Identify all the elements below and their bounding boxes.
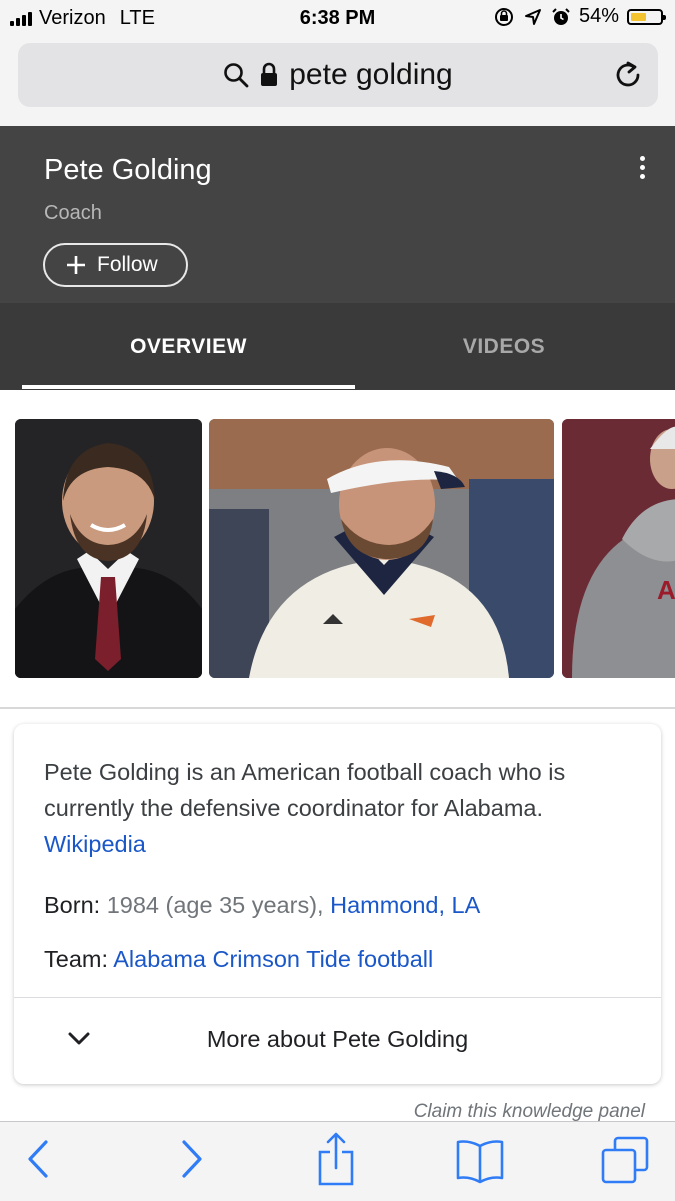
bookmarks-icon[interactable]: [455, 1138, 505, 1184]
knowledge-panel-header: Pete Golding Coach Follow: [0, 126, 675, 303]
born-value: 1984 (age 35 years),: [106, 892, 324, 918]
address-text: pete golding: [289, 58, 453, 91]
team-label: Team:: [44, 946, 108, 972]
browser-address-area: pete golding: [0, 38, 675, 126]
status-bar: Verizon LTE 6:38 PM 54%: [0, 0, 675, 38]
photo-sideline[interactable]: [209, 419, 554, 678]
entity-subtitle: Coach: [44, 202, 102, 224]
tab-overview[interactable]: OVERVIEW: [22, 303, 355, 390]
orientation-lock-icon: [494, 7, 513, 26]
more-about-label: More about Pete Golding: [206, 1026, 469, 1052]
born-label: Born:: [44, 892, 101, 918]
battery-icon: [627, 8, 666, 25]
svg-text:A: A: [657, 575, 675, 605]
search-icon: [224, 63, 249, 88]
address-bar[interactable]: pete golding: [18, 43, 658, 107]
browser-toolbar: [0, 1121, 675, 1201]
follow-label: Follow: [97, 253, 158, 276]
photo-practice[interactable]: A: [562, 419, 675, 678]
team-link[interactable]: Alabama Crimson Tide football: [113, 946, 433, 972]
photo-headshot[interactable]: [15, 419, 202, 678]
plus-icon: [67, 256, 85, 274]
tab-bar: OVERVIEW VIDEOS: [0, 303, 675, 390]
tab-videos[interactable]: VIDEOS: [355, 303, 653, 390]
fact-team: Team: Alabama Crimson Tide football: [44, 946, 433, 973]
fact-born: Born: 1984 (age 35 years), Hammond, LA: [44, 892, 480, 919]
tabs-icon[interactable]: [601, 1136, 649, 1184]
alarm-icon: [552, 7, 570, 25]
active-tab-indicator: [22, 385, 355, 389]
battery-percent: 54%: [578, 5, 619, 27]
image-carousel: A: [0, 390, 675, 708]
lock-icon: [261, 62, 278, 86]
entity-description: Pete Golding is an American football coa…: [44, 754, 634, 862]
claim-panel-link[interactable]: Claim this knowledge panel: [414, 1101, 645, 1123]
battery-level: [631, 12, 647, 21]
more-about-button[interactable]: More about Pete Golding: [14, 998, 661, 1084]
back-icon[interactable]: [26, 1134, 52, 1184]
status-right: 54%: [493, 5, 666, 28]
forward-icon[interactable]: [178, 1134, 204, 1184]
info-card: Pete Golding is an American football coa…: [14, 724, 661, 1084]
entity-title: Pete Golding: [44, 154, 212, 186]
wikipedia-link[interactable]: Wikipedia: [44, 831, 146, 857]
born-place-link[interactable]: Hammond, LA: [330, 892, 480, 918]
reload-icon[interactable]: [614, 59, 644, 91]
description-text: Pete Golding is an American football coa…: [44, 759, 566, 821]
location-icon: [524, 8, 541, 25]
share-icon[interactable]: [316, 1132, 356, 1188]
follow-button[interactable]: Follow: [43, 243, 188, 287]
more-vert-icon[interactable]: [640, 156, 648, 183]
address-content: pete golding: [18, 43, 658, 107]
